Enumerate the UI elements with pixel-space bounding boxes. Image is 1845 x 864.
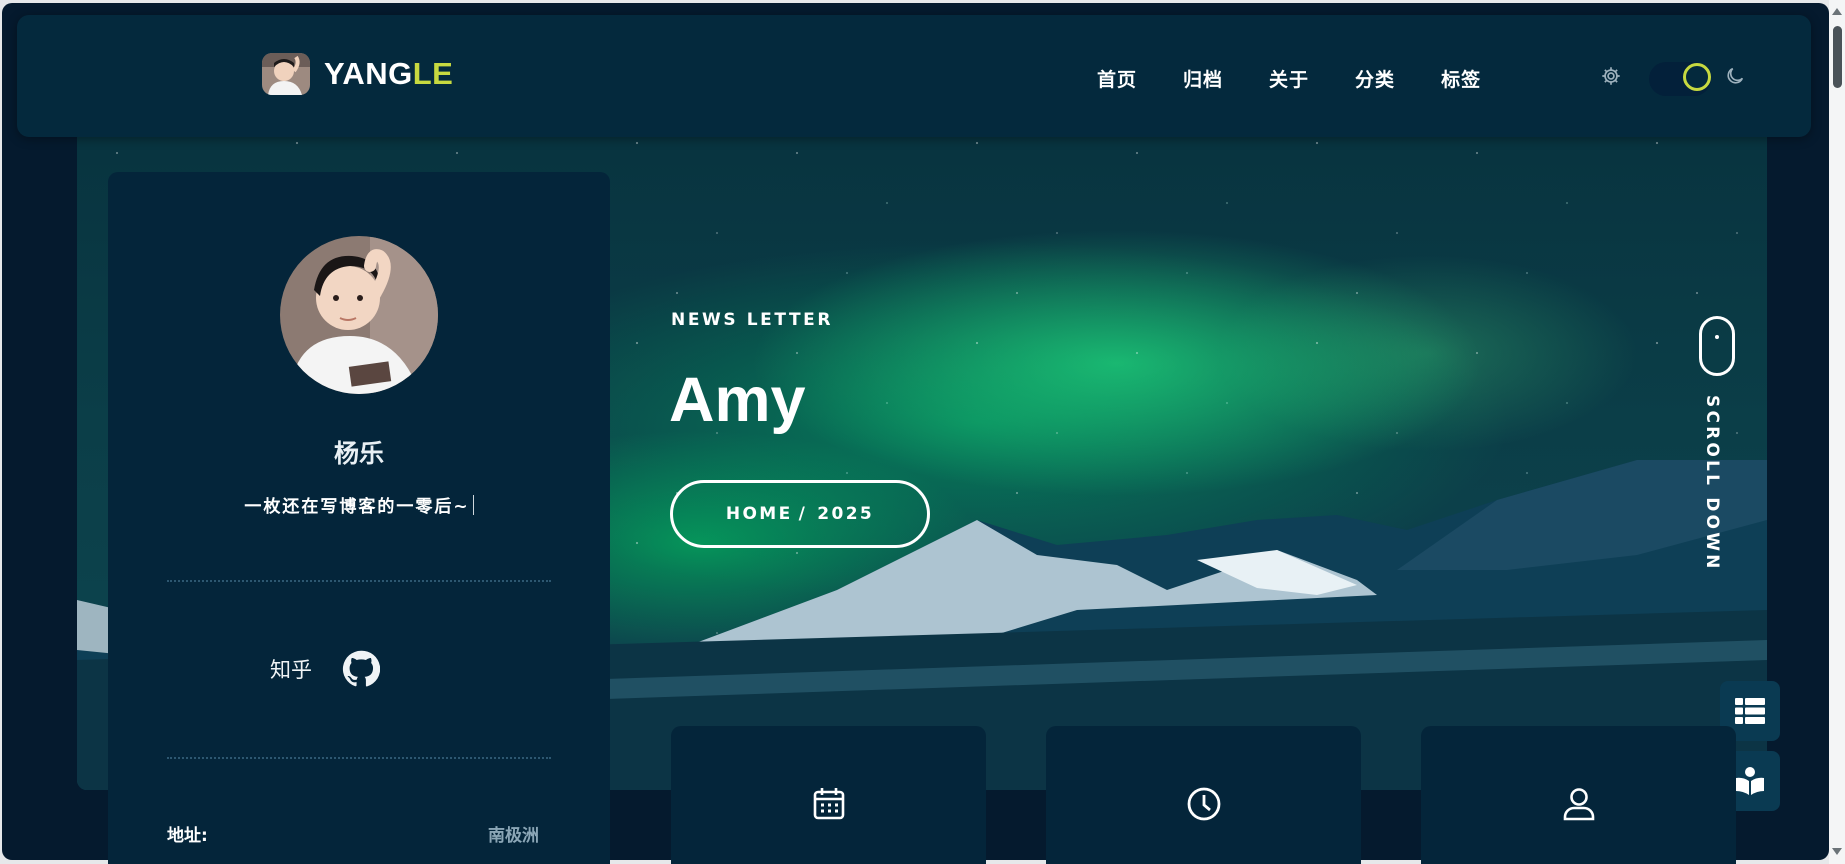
- nav-item-category[interactable]: 分类: [1355, 65, 1395, 92]
- logo-text: YANGLE: [324, 56, 454, 91]
- github-icon[interactable]: [342, 650, 380, 688]
- breadcrumb-home[interactable]: HOME: [726, 504, 793, 524]
- social-links: 知乎: [270, 650, 380, 688]
- calendar-icon: [813, 788, 845, 820]
- avatar: [280, 236, 438, 394]
- nav-item-home[interactable]: 首页: [1097, 65, 1137, 92]
- stat-card-author: [1421, 726, 1736, 864]
- nav-item-about[interactable]: 关于: [1269, 65, 1309, 92]
- breadcrumb-separator: /: [798, 504, 808, 524]
- divider: [167, 580, 551, 582]
- theme-toggle-knob[interactable]: [1683, 63, 1711, 91]
- breadcrumb-year: 2025: [817, 504, 875, 524]
- book-reader-icon: [1736, 767, 1764, 795]
- nav-item-tags[interactable]: 标签: [1441, 65, 1481, 92]
- zhihu-link[interactable]: 知乎: [270, 654, 312, 684]
- clock-icon: [1187, 787, 1221, 821]
- logo-avatar: [262, 53, 310, 95]
- profile-card: 杨乐 一枚还在写博客的一零后~ 知乎 地址: 南极洲: [108, 172, 610, 864]
- site-header: YANGLE 首页 归档 关于 分类 标签: [17, 15, 1811, 137]
- profile-name: 杨乐: [333, 439, 384, 468]
- site-logo[interactable]: YANGLE: [262, 53, 453, 95]
- main-nav: 首页 归档 关于 分类 标签: [1097, 65, 1527, 92]
- profile-motto: 一枚还在写博客的一零后~: [108, 492, 610, 517]
- moon-icon[interactable]: [1724, 65, 1746, 87]
- breadcrumb[interactable]: HOME / 2025: [670, 480, 930, 548]
- stat-card-time: [1046, 726, 1361, 864]
- page-scrollbar[interactable]: [1829, 0, 1845, 864]
- scroll-down-label[interactable]: SCROLL DOWN: [1702, 395, 1722, 572]
- scroll-mouse-wheel: [1715, 335, 1719, 339]
- scroll-mouse-icon[interactable]: [1699, 316, 1735, 376]
- scroll-up-arrow-icon[interactable]: [1832, 8, 1842, 15]
- hero-title: Amy: [669, 365, 806, 435]
- typing-caret: [472, 495, 474, 515]
- user-icon: [1563, 788, 1595, 821]
- divider: [167, 757, 551, 759]
- scrollbar-thumb[interactable]: [1833, 26, 1842, 88]
- address-label: 地址:: [167, 826, 208, 846]
- address-value: 南极洲: [488, 826, 539, 846]
- list-icon: [1735, 698, 1765, 724]
- gear-icon[interactable]: [1600, 65, 1622, 87]
- hero-eyebrow: NEWS LETTER: [671, 310, 834, 330]
- scroll-down-arrow-icon[interactable]: [1832, 848, 1842, 855]
- nav-item-archive[interactable]: 归档: [1183, 65, 1223, 92]
- stat-card-date: [671, 726, 986, 864]
